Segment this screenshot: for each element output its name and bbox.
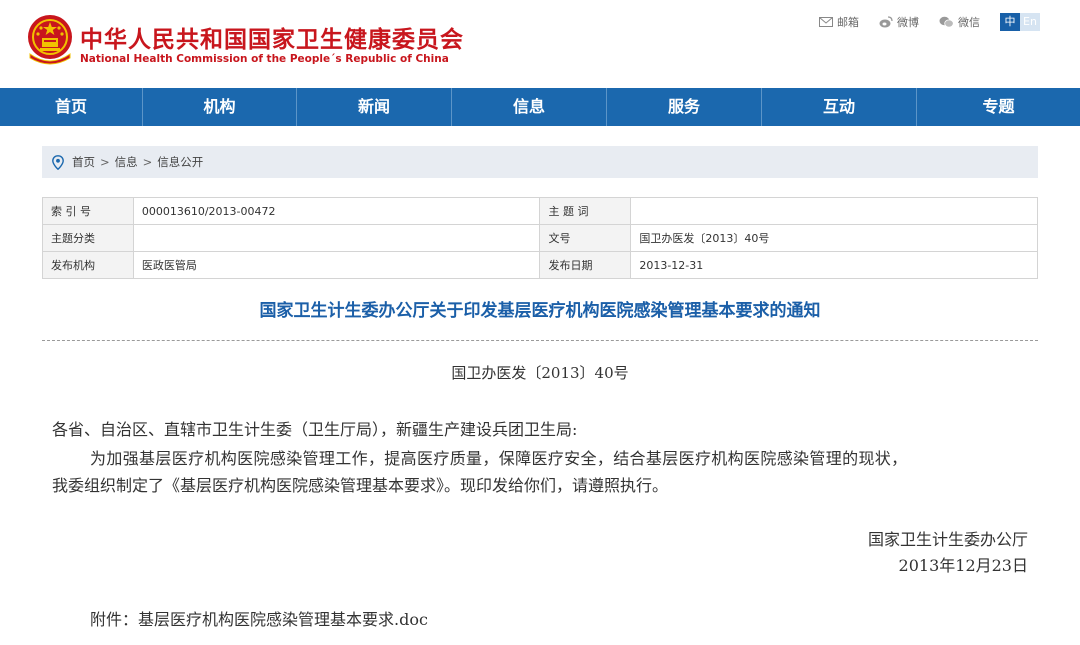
- mail-link-label: 邮箱: [837, 16, 859, 29]
- title-divider: [42, 340, 1038, 341]
- nav-item-interaction[interactable]: 互动: [762, 88, 917, 126]
- category-label: 主题分类: [42, 224, 134, 252]
- nav-item-news[interactable]: 新闻: [297, 88, 452, 126]
- document-number-value: 国卫办医发〔2013〕40号: [630, 224, 1038, 252]
- nav-item-home[interactable]: 首页: [0, 88, 143, 126]
- breadcrumb-home[interactable]: 首页: [72, 154, 95, 170]
- publish-date-value: 2013-12-31: [630, 251, 1038, 279]
- index-number-label: 索 引 号: [42, 197, 134, 225]
- nav-item-info[interactable]: 信息: [452, 88, 607, 126]
- attachment-link[interactable]: 附件：基层医疗机构医院感染管理基本要求.doc: [90, 606, 428, 630]
- document-serial: 国卫办医发〔2013〕40号: [451, 364, 629, 382]
- lang-en-button[interactable]: En: [1020, 13, 1040, 31]
- breadcrumb-info-public[interactable]: 信息公开: [157, 154, 203, 170]
- wechat-icon: [939, 16, 954, 28]
- article-paragraph-line-1: 为加强基层医疗机构医院感染管理工作，提高医疗质量，保障医疗安全，结合基层医疗机构…: [90, 449, 908, 468]
- publish-date-label: 发布日期: [539, 251, 632, 279]
- index-number-value: 000013610/2013-00472: [132, 197, 541, 225]
- article-addressee: 各省、自治区、直辖市卫生计生委（卫生厅局），新疆生产建设兵团卫生局:: [52, 420, 578, 439]
- table-row: 发布机构 医政医管局 发布日期 2013-12-31: [42, 251, 1038, 279]
- nav-item-organization[interactable]: 机构: [143, 88, 297, 126]
- nav-item-service[interactable]: 服务: [607, 88, 762, 126]
- lang-zh-button[interactable]: 中: [1000, 13, 1020, 31]
- breadcrumb-info[interactable]: 信息: [115, 154, 138, 170]
- article-title: 国家卫生计生委办公厅关于印发基层医疗机构医院感染管理基本要求的通知: [259, 301, 821, 321]
- mail-link[interactable]: 邮箱: [819, 14, 859, 30]
- site-title: 中华人民共和国国家卫生健康委员会: [80, 27, 464, 53]
- breadcrumb-separator: >: [100, 155, 110, 169]
- breadcrumb: 首页 > 信息 > 信息公开: [42, 146, 1038, 178]
- nav-item-topics[interactable]: 专题: [917, 88, 1080, 126]
- document-info-table: 索 引 号 000013610/2013-00472 主 题 词 主题分类 文号…: [42, 197, 1038, 279]
- signature-date: 2013年12月23日: [898, 556, 1028, 575]
- table-row: 索 引 号 000013610/2013-00472 主 题 词: [42, 197, 1038, 225]
- article-paragraph-line-2: 我委组织制定了《基层医疗机构医院感染管理基本要求》。现印发给你们，请遵照执行。: [52, 476, 669, 495]
- keywords-value: [630, 197, 1038, 225]
- document-number-label: 文号: [539, 224, 632, 252]
- weibo-icon: [879, 16, 893, 28]
- signature-organization: 国家卫生计生委办公厅: [867, 530, 1028, 549]
- breadcrumb-separator: >: [142, 155, 153, 169]
- site-header: 中华人民共和国国家卫生健康委员会 National Health Commiss…: [0, 0, 1080, 88]
- location-pin-icon: [52, 154, 64, 170]
- site-subtitle: National Health Commission of the People…: [80, 53, 449, 65]
- category-value: [132, 224, 541, 252]
- national-emblem-icon[interactable]: [26, 14, 74, 66]
- weibo-link-label: 微博: [897, 16, 919, 29]
- keywords-label: 主 题 词: [539, 197, 632, 225]
- weibo-link[interactable]: 微博: [879, 14, 919, 30]
- wechat-link-label: 微信: [958, 16, 980, 29]
- publisher-value: 医政医管局: [132, 251, 541, 279]
- top-links: 邮箱 微博 微信 中 En: [819, 12, 1040, 32]
- wechat-link[interactable]: 微信: [939, 14, 980, 30]
- publisher-label: 发布机构: [42, 251, 134, 279]
- table-row: 主题分类 文号 国卫办医发〔2013〕40号: [42, 224, 1038, 252]
- main-nav: 首页 机构 新闻 信息 服务 互动 专题: [0, 88, 1080, 126]
- language-switch: 中 En: [1000, 13, 1040, 31]
- mail-icon: [819, 17, 833, 27]
